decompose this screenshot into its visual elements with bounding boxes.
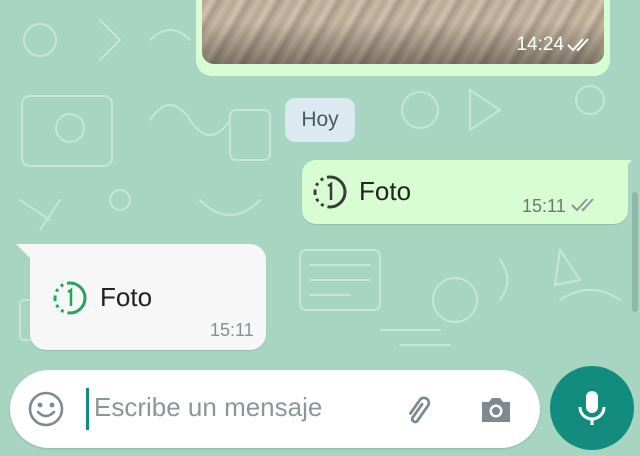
message-time: 15:11	[522, 196, 566, 216]
view-once-icon	[53, 281, 87, 315]
view-once-icon	[313, 175, 347, 209]
paperclip-icon[interactable]	[398, 390, 438, 430]
message-composer: Escribe un mensaje	[10, 370, 540, 448]
microphone-icon	[578, 391, 606, 425]
message-text: Foto	[100, 282, 153, 312]
text-caret	[86, 388, 89, 430]
message-text: Foto	[359, 176, 412, 206]
double-check-icon	[567, 38, 589, 52]
outgoing-message[interactable]: Foto 15:11	[302, 160, 628, 224]
message-time: 15:11	[210, 320, 254, 340]
microphone-button[interactable]	[550, 366, 634, 450]
incoming-message[interactable]: Foto 15:11	[30, 244, 266, 350]
double-check-icon	[571, 198, 594, 212]
message-time: 14:24	[516, 34, 564, 55]
message-input[interactable]: Escribe un mensaje	[94, 392, 322, 423]
date-separator-label: Hoy	[301, 108, 339, 131]
image-message[interactable]: 14:24	[196, 0, 610, 76]
camera-icon[interactable]	[476, 390, 516, 430]
scrollbar[interactable]	[632, 192, 638, 312]
emoji-icon[interactable]	[26, 389, 66, 429]
date-separator: Hoy	[285, 98, 355, 142]
photo-thumbnail[interactable]: 14:24	[202, 0, 604, 64]
